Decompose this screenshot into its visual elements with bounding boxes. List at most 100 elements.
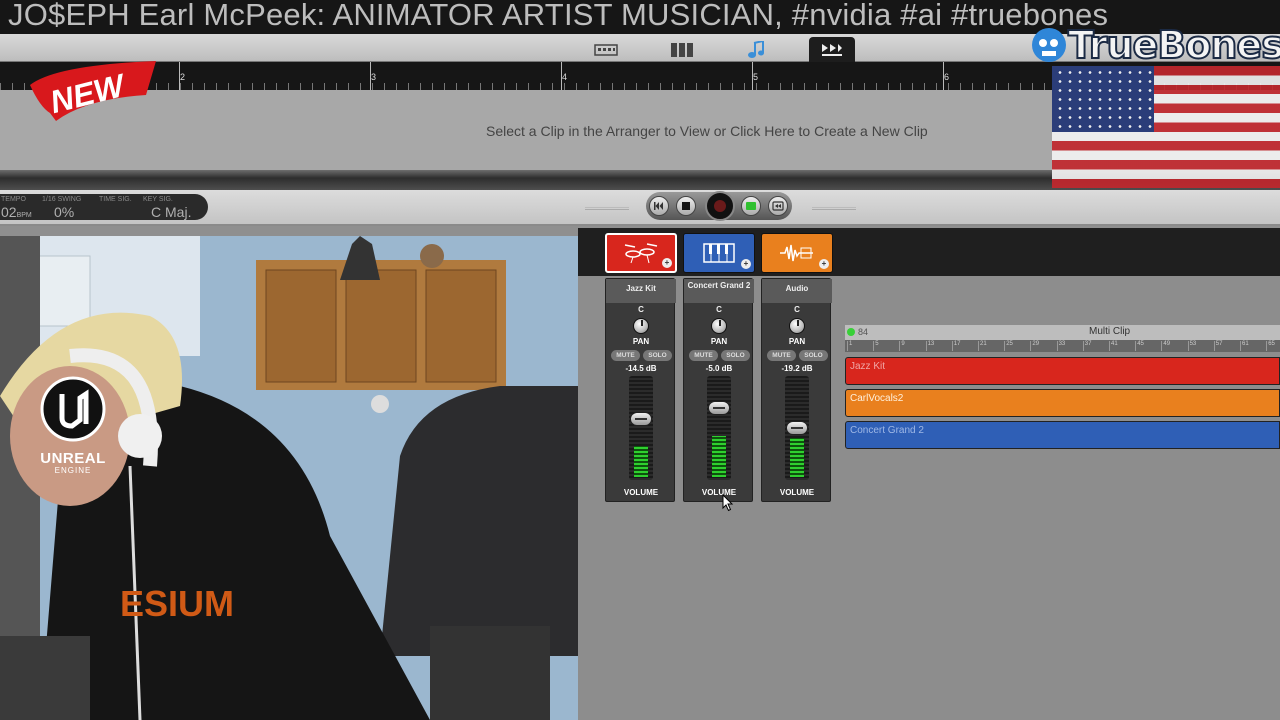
multi-clip-ruler-tick: 49: [1161, 341, 1171, 351]
ruler-bar-number: 4: [562, 72, 568, 82]
mixer-view-icon: [671, 42, 693, 57]
volume-label: VOLUME: [623, 488, 659, 497]
volume-db: -5.0 dB: [705, 364, 733, 373]
level-meter: [790, 438, 804, 477]
level-meter: [634, 446, 648, 477]
pan-label: PAN: [710, 337, 728, 346]
unreal-engine-logo: UNREAL ENGINE: [22, 376, 124, 476]
piano-icon: [703, 243, 735, 263]
clip-jazz-kit[interactable]: Jazz Kit: [845, 357, 1280, 385]
multi-clip-ruler-tick: 37: [1082, 341, 1092, 351]
channel-strip-jazz-kit: Jazz Kit C PAN MUTE SOLO -14.5 dB VOLUME: [605, 278, 676, 502]
clip-name: Concert Grand 2: [850, 425, 924, 436]
pan-knob[interactable]: [789, 318, 805, 334]
volume-label: VOLUME: [779, 488, 815, 497]
multi-clip-ruler-tick: 5: [872, 341, 879, 351]
ruler-bar-number: 2: [180, 72, 186, 82]
add-icon[interactable]: +: [662, 258, 672, 268]
mute-button[interactable]: MUTE: [767, 350, 796, 361]
multi-clip-ruler-tick: 17: [951, 341, 961, 351]
key-value[interactable]: C Maj.: [151, 204, 191, 220]
ruler-bar-number: 5: [753, 72, 759, 82]
multi-clip-ruler-tick: 1: [846, 341, 853, 351]
arranger-view-tab[interactable]: [809, 37, 855, 62]
pan-label: PAN: [632, 337, 650, 346]
volume-db: -19.2 dB: [781, 364, 813, 373]
pan-label: PAN: [788, 337, 806, 346]
volume-fader-track[interactable]: [629, 376, 653, 480]
track-button-concert-grand[interactable]: +: [683, 233, 755, 273]
pan-knob[interactable]: [711, 318, 727, 334]
truebones-logo: TrueBones: [1030, 22, 1280, 68]
solo-button[interactable]: SOLO: [643, 350, 672, 361]
swing-label: 1/16 SWING: [42, 196, 82, 203]
new-badge: NEW: [26, 55, 162, 132]
svg-text:ESIUM: ESIUM: [120, 583, 234, 624]
multi-clip-ruler-tick: 41: [1109, 341, 1118, 351]
multi-clip-ruler-tick: 53: [1187, 341, 1197, 351]
unreal-text: UNREAL: [40, 450, 106, 467]
keyboard-view-icon: [594, 43, 618, 56]
play-button[interactable]: [741, 196, 761, 216]
solo-button[interactable]: SOLO: [799, 350, 828, 361]
mute-button[interactable]: MUTE: [611, 350, 640, 361]
waveform-icon: [780, 244, 813, 262]
clip-editor-message[interactable]: Select a Clip in the Arranger to View or…: [486, 123, 928, 139]
tempo-value[interactable]: 02BPM: [1, 204, 32, 220]
song-settings-display[interactable]: TEMPO 02BPM 1/16 SWING 0% TIME SIG. KEY …: [0, 194, 208, 220]
record-button[interactable]: [705, 191, 735, 221]
rewind-button[interactable]: [649, 196, 669, 216]
loop-icon: [772, 201, 784, 211]
multi-clip-ruler[interactable]: 1 5 9 13 17 21 25 29 33 37 41 45 49 53 57 61 65: [845, 340, 1280, 352]
music-note-icon: [748, 40, 764, 58]
track-button-audio[interactable]: +: [761, 233, 833, 273]
multi-clip-ruler-tick: 13: [925, 341, 935, 351]
ruler-bar-number: 3: [371, 72, 377, 82]
channel-strip-audio: Audio C PAN MUTE SOLO -19.2 dB VOLUME: [761, 278, 832, 502]
multi-clip-ruler-tick: 21: [978, 341, 987, 351]
arranger-view-icon: [822, 43, 842, 56]
clip-active-indicator: [847, 328, 855, 336]
music-note-tab[interactable]: [734, 37, 780, 62]
multi-clip-header[interactable]: 84 Multi Clip: [845, 325, 1280, 340]
play-icon: [746, 202, 756, 210]
loop-button[interactable]: [768, 196, 788, 216]
transport-grip-right: [812, 207, 856, 210]
channel-name: Audio: [762, 279, 832, 303]
volume-fader-track[interactable]: [785, 376, 809, 480]
pan-value: C: [638, 305, 644, 314]
multi-clip-ruler-tick: 29: [1030, 341, 1040, 351]
channel-name: Concert Grand 2: [684, 279, 754, 303]
truebones-skull-icon: [1032, 28, 1066, 62]
volume-fader-track[interactable]: [707, 376, 731, 480]
track-button-jazz-kit[interactable]: +: [605, 233, 677, 273]
solo-button[interactable]: SOLO: [721, 350, 750, 361]
clip-concert-grand[interactable]: Concert Grand 2: [845, 421, 1280, 449]
key-root: C: [151, 204, 162, 220]
mixer-view-tab[interactable]: [659, 37, 705, 62]
pan-knob[interactable]: [633, 318, 649, 334]
volume-fader[interactable]: [708, 401, 730, 415]
add-icon[interactable]: +: [819, 259, 829, 269]
multi-clip-title: Multi Clip: [1089, 326, 1131, 337]
keyboard-view-tab[interactable]: [583, 37, 629, 62]
screen: JO$EPH Earl McPeek: ANIMATOR ARTIST MUSI…: [0, 0, 1280, 720]
multi-clip-ruler-tick: 25: [1004, 341, 1013, 351]
stop-icon: [682, 202, 690, 210]
transport-grip-left: [585, 207, 629, 210]
add-icon[interactable]: +: [741, 259, 751, 269]
key-mode: Maj.: [165, 204, 192, 220]
swing-value[interactable]: 0%: [54, 204, 74, 220]
level-meter: [712, 436, 726, 477]
clip-carlvocals2[interactable]: CarlVocals2: [845, 389, 1280, 417]
key-sig-label: KEY SIG.: [143, 196, 173, 203]
volume-fader[interactable]: [786, 421, 808, 435]
channel-strip-concert-grand: Concert Grand 2 C PAN MUTE SOLO -5.0 dB …: [683, 278, 754, 502]
webcam-feed: ESIUM UNREAL ENGINE: [0, 236, 578, 720]
tempo-unit: BPM: [16, 212, 32, 219]
mute-button[interactable]: MUTE: [689, 350, 718, 361]
multi-clip-ruler-tick: 65: [1266, 341, 1275, 351]
drum-kit-icon: [624, 243, 658, 264]
volume-fader[interactable]: [630, 412, 652, 426]
stop-button[interactable]: [676, 196, 696, 216]
